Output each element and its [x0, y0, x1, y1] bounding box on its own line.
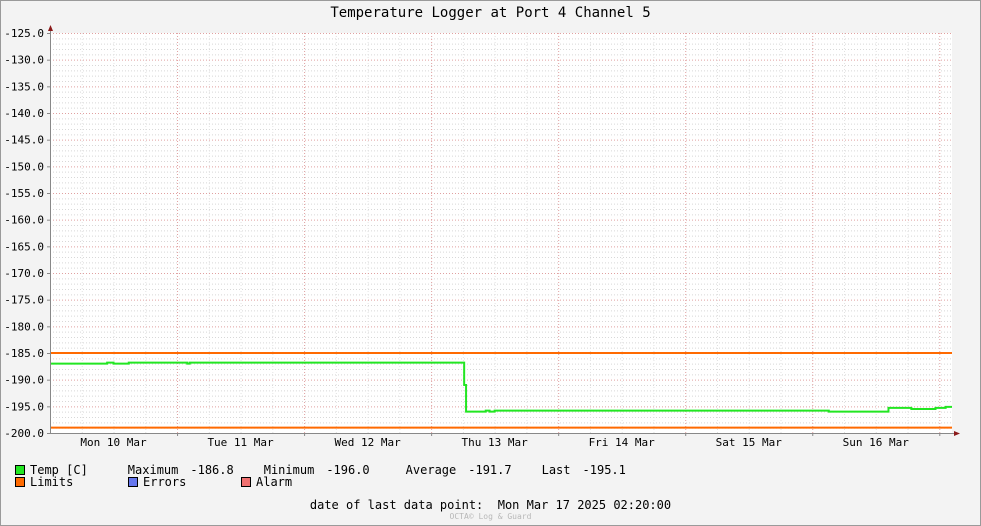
y-tick-label: -200.0: [4, 427, 44, 440]
y-tick-label: -190.0: [4, 374, 44, 387]
x-axis-arrow: [954, 431, 960, 436]
x-tick-label: Thu 13 Mar: [462, 436, 529, 449]
plot-area: -125.0 -130.0 -135.0 -140.0 -145.0 -150.0 -155…: [4, 25, 960, 449]
y-tick-label: -135.0: [4, 80, 44, 93]
x-tick-label: Sat 15 Mar: [716, 436, 783, 449]
y-tick-label: -130.0: [4, 54, 44, 67]
y-tick-label: -170.0: [4, 267, 44, 280]
plot-background: [50, 33, 952, 433]
last-value: -195.1: [582, 463, 626, 477]
x-tick-label: Wed 12 Mar: [334, 436, 401, 449]
y-tick-label: -145.0: [4, 134, 44, 147]
x-axis-ticks: Mon 10 Mar Tue 11 Mar Wed 12 Mar Thu 13 Mar…: [80, 433, 941, 449]
limits-swatch: [15, 477, 25, 487]
average-label: Average: [405, 463, 457, 477]
y-tick-label: -165.0: [4, 240, 44, 253]
limits-legend-label: Limits: [30, 475, 74, 489]
errors-legend-label: Errors: [143, 475, 187, 489]
y-tick-label: -125.0: [4, 27, 44, 40]
y-axis-ticks: -125.0 -130.0 -135.0 -140.0 -145.0 -150.0 -155…: [4, 27, 50, 440]
legend-row-status: Limits Errors Alarm: [15, 475, 292, 489]
y-tick-label: -150.0: [4, 160, 44, 173]
minimum-value: -196.0: [326, 463, 370, 477]
average-value: -191.7: [468, 463, 512, 477]
alarm-legend-label: Alarm: [256, 475, 293, 489]
y-axis-arrow: [48, 25, 53, 31]
x-tick-label: Mon 10 Mar: [80, 436, 147, 449]
errors-swatch: [128, 477, 138, 487]
y-tick-label: -195.0: [4, 400, 44, 413]
y-tick-label: -155.0: [4, 187, 44, 200]
last-point-label: date of last data point:: [309, 498, 484, 512]
last-label: Last: [541, 463, 571, 477]
y-tick-label: -180.0: [4, 320, 44, 333]
x-tick-label: Sun 16 Mar: [843, 436, 910, 449]
x-tick-label: Tue 11 Mar: [207, 436, 274, 449]
last-point-value: Mon Mar 17 2025 02:20:00: [497, 498, 672, 512]
watermark: OCTA© Log & Guard: [449, 512, 532, 521]
last-data-point: date of last data point: Mon Mar 17 2025…: [0, 498, 981, 512]
alarm-swatch: [241, 477, 251, 487]
y-tick-label: -140.0: [4, 107, 44, 120]
y-tick-label: -175.0: [4, 294, 44, 307]
y-tick-label: -160.0: [4, 214, 44, 227]
temp-swatch: [15, 465, 25, 475]
x-tick-label: Fri 14 Mar: [589, 436, 656, 449]
y-tick-label: -185.0: [4, 347, 44, 360]
